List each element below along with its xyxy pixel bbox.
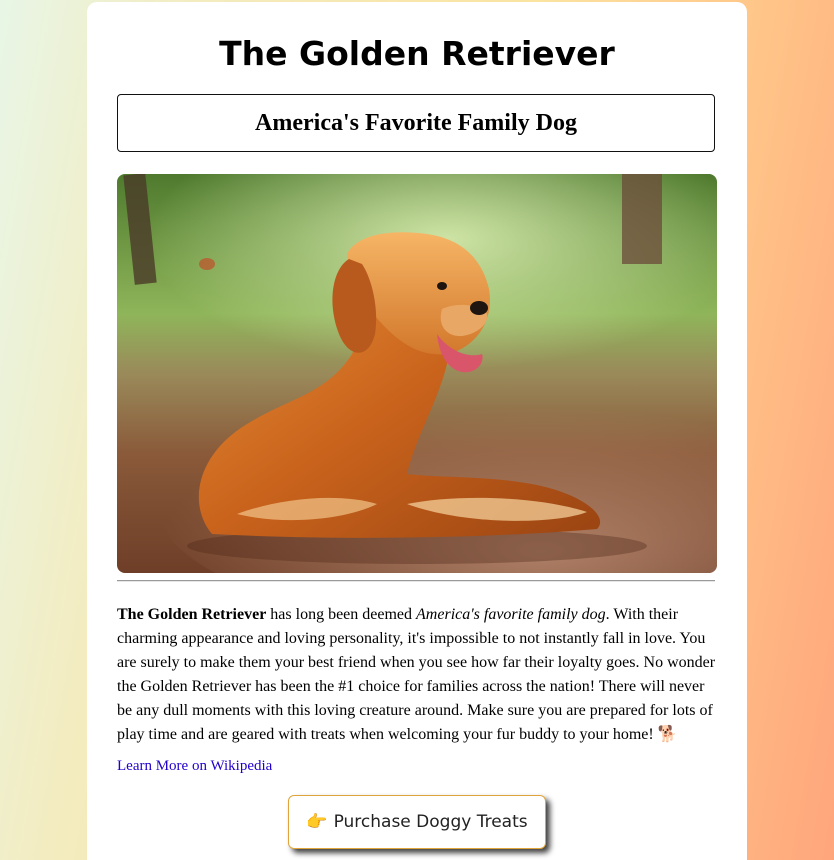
- page-title: The Golden Retriever: [219, 34, 615, 73]
- content-card: The Golden Retriever America's Favorite …: [87, 2, 747, 860]
- description-paragraph: The Golden Retriever has long been deeme…: [117, 603, 717, 747]
- page-subtitle: America's Favorite Family Dog: [255, 109, 577, 136]
- purchase-treats-button[interactable]: 👉 Purchase Doggy Treats: [288, 795, 546, 849]
- divider: [117, 580, 715, 582]
- description-text-1: has long been deemed: [266, 606, 417, 623]
- description-text-2: . With their charming appearance and lov…: [117, 606, 716, 743]
- wikipedia-link[interactable]: Learn More on Wikipedia: [117, 758, 272, 775]
- dog-emoji-icon: 🐕: [657, 726, 678, 743]
- favorite-phrase: America's favorite family dog: [416, 606, 606, 623]
- subtitle-box: America's Favorite Family Dog: [117, 94, 715, 152]
- purchase-button-label: Purchase Doggy Treats: [333, 812, 528, 832]
- pointing-hand-icon: 👉: [306, 812, 328, 832]
- golden-retriever-photo: [117, 174, 717, 573]
- breed-name: The Golden Retriever: [117, 606, 267, 623]
